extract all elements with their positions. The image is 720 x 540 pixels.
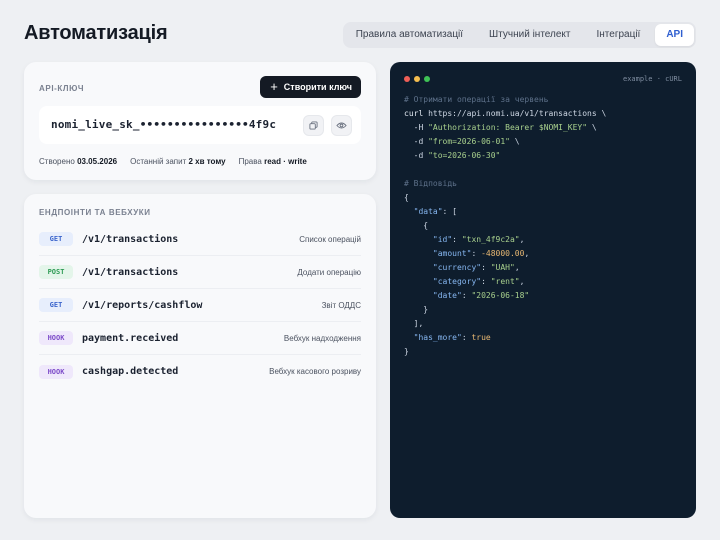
code-line: -d "to=2026-06-30" (404, 151, 501, 160)
create-key-button[interactable]: + Створити ключ (260, 76, 361, 98)
page-title: Автоматизація (24, 22, 168, 44)
code-line: "currency": "UAH", (432, 263, 520, 272)
code-line: { (404, 193, 409, 202)
code-line: "category": "rent", (432, 277, 525, 286)
copy-key-button[interactable] (303, 115, 324, 136)
code-line: "has_more": true (413, 333, 491, 342)
api-key-field: nomi_live_sk_••••••••••••••••4f9c (39, 106, 361, 144)
code-line: -H "Authorization: Bearer $NOMI_KEY" \ (404, 123, 597, 132)
code-line: "id": "txn_4f9c2a", (432, 235, 525, 244)
method-badge: GET (39, 298, 73, 312)
endpoint-description: Додати операцію (297, 267, 361, 277)
tab-ai[interactable]: Штучний інтелект (478, 24, 581, 46)
code-block: # Отримати операції за червень curl https… (404, 93, 686, 359)
method-badge: GET (39, 232, 73, 246)
endpoints-card: ЕНДПОІНТИ ТА ВЕБХУКИ GET /v1/transaction… (24, 194, 376, 518)
copy-icon (309, 121, 318, 130)
endpoint-path: /v1/reports/cashflow (82, 299, 203, 311)
tab-bar: Правила автоматизації Штучний інтелект І… (342, 22, 696, 48)
create-key-label: Створити ключ (283, 82, 352, 92)
rights-info: Права read · write (238, 157, 307, 166)
window-controls (404, 76, 430, 82)
endpoint-path: /v1/transactions (82, 233, 179, 245)
endpoint-description: Список операцій (299, 234, 361, 244)
code-line: "amount": -48000.00, (432, 249, 530, 258)
tab-integrations[interactable]: Інтеграції (586, 24, 652, 46)
endpoint-path: cashgap.detected (82, 366, 179, 377)
api-key-meta: Створено 03.05.2026 Останній запит 2 хв … (39, 157, 307, 166)
maximize-dot-icon (424, 76, 430, 82)
webhook-row[interactable]: HOOK cashgap.detected Вебхук касового ро… (39, 355, 361, 388)
code-line: "data": [ (413, 207, 457, 216)
endpoints-section-label: ЕНДПОІНТИ ТА ВЕБХУКИ (39, 208, 151, 217)
tab-automation-rules[interactable]: Правила автоматизації (345, 24, 474, 46)
endpoint-path: /v1/transactions (82, 266, 179, 278)
code-line: "date": "2026-06-18" (432, 291, 530, 300)
api-key-section-label: API-КЛЮЧ (39, 84, 85, 93)
close-dot-icon (404, 76, 410, 82)
method-badge: HOOK (39, 331, 73, 345)
endpoint-list: GET /v1/transactions Список операцій POS… (39, 223, 361, 388)
endpoint-description: Звіт ОДДС (321, 300, 361, 310)
code-line: # Отримати операції за червень (404, 95, 549, 104)
code-line: curl https://api.nomi.ua/v1/transactions… (404, 109, 607, 118)
minimize-dot-icon (414, 76, 420, 82)
code-line: } (404, 305, 429, 314)
webhook-row[interactable]: HOOK payment.received Вебхук надходження (39, 322, 361, 355)
endpoint-row[interactable]: GET /v1/reports/cashflow Звіт ОДДС (39, 289, 361, 322)
code-line: } (404, 347, 409, 356)
created-info: Створено 03.05.2026 (39, 157, 118, 166)
method-badge: HOOK (39, 364, 73, 379)
method-badge: POST (39, 265, 73, 279)
code-example-panel: example · cURL # Отримати операції за че… (390, 62, 696, 518)
show-key-button[interactable] (331, 115, 352, 136)
code-language-label: example · cURL (622, 75, 682, 83)
code-line: # Відповідь (404, 179, 457, 188)
code-line: ], (404, 319, 424, 328)
eye-icon (336, 122, 347, 129)
last-request-time: 2 хв тому (188, 157, 226, 166)
tab-api[interactable]: API (655, 24, 694, 46)
endpoint-row[interactable]: POST /v1/transactions Додати операцію (39, 256, 361, 289)
endpoint-description: Вебхук надходження (283, 333, 361, 343)
api-key-card: API-КЛЮЧ + Створити ключ nomi_live_sk_••… (24, 62, 376, 180)
endpoint-description: Вебхук касового розриву (269, 367, 361, 376)
code-line: { (404, 221, 429, 230)
code-line: -d "from=2026-06-01" \ (404, 137, 520, 146)
plus-icon: + (270, 79, 278, 94)
created-date: 03.05.2026 (77, 157, 118, 166)
rights-value: read · write (264, 157, 307, 166)
endpoint-path: payment.received (82, 332, 179, 344)
endpoint-row[interactable]: GET /v1/transactions Список операцій (39, 223, 361, 256)
last-request-info: Останній запит 2 хв тому (130, 157, 226, 166)
api-key-value: nomi_live_sk_••••••••••••••••4f9c (51, 118, 277, 131)
